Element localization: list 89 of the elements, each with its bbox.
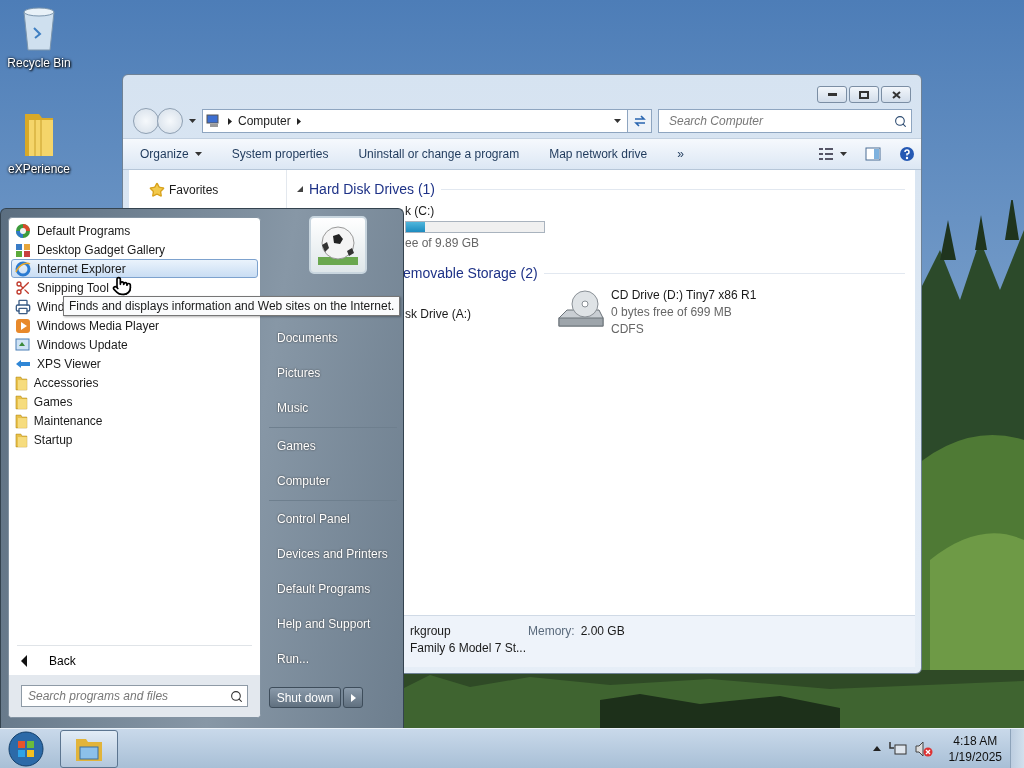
history-caret-icon	[189, 119, 196, 123]
taskbar-button[interactable]	[60, 729, 118, 768]
detail-label: Memory:	[528, 624, 575, 638]
star-icon	[149, 182, 165, 198]
address-bar[interactable]: Computer	[202, 109, 652, 133]
desktop-icon-label[interactable]: Recycle Bin	[7, 56, 71, 70]
search-box[interactable]: Search programs and files	[21, 685, 248, 707]
folder-icon	[15, 393, 28, 410]
orb-icon	[7, 729, 45, 768]
hand-cursor-icon	[112, 276, 132, 296]
refresh-button[interactable]	[627, 110, 651, 132]
shut-down-button[interactable]: Shut down	[269, 687, 341, 708]
search-icon	[230, 689, 243, 703]
clock[interactable]: 4:18 AM 1/19/2025	[948, 733, 1002, 764]
program-item[interactable]: Snipping Tool	[11, 278, 258, 297]
start-menu-link[interactable]: Default Programs	[269, 571, 397, 606]
recycle-bin-icon[interactable]	[21, 6, 57, 52]
minimize-button[interactable]	[817, 86, 847, 103]
start-menu-link[interactable]: Help and Support	[269, 606, 397, 641]
maximize-button[interactable]	[849, 86, 879, 103]
view-list-icon	[818, 147, 834, 161]
drive-name[interactable]: k (C:)	[405, 204, 557, 218]
close-icon	[891, 90, 901, 99]
group-title: Hard Disk Drives (1)	[309, 181, 435, 197]
caret-icon	[194, 152, 202, 156]
minimize-icon	[827, 93, 837, 96]
program-item[interactable]: Default Programs	[11, 221, 258, 240]
window-icon	[15, 336, 31, 353]
detail-value: Family 6 Model 7 St...	[410, 641, 527, 655]
folder-icon	[15, 412, 28, 429]
help-button[interactable]	[899, 146, 915, 162]
program-item[interactable]: Internet Explorer	[11, 259, 258, 278]
close-button[interactable]	[881, 86, 911, 103]
program-item[interactable]: Windows Media Player	[11, 316, 258, 335]
refresh-icon	[632, 115, 647, 127]
soccer-ball-icon	[316, 223, 360, 267]
start-menu-link[interactable]: Devices and Printers	[269, 536, 397, 571]
grid-icon	[15, 241, 31, 258]
detail-value: rkgroup	[410, 624, 451, 638]
group-title: emovable Storage (2)	[403, 265, 538, 281]
toolbar-button[interactable]: »	[677, 147, 684, 161]
search-box[interactable]: Search Computer	[658, 109, 912, 133]
caret-icon	[840, 152, 847, 156]
drive-name[interactable]: sk Drive (A:)	[405, 307, 471, 321]
arrow-right-icon	[350, 693, 356, 702]
program-item[interactable]: Accessories	[11, 373, 258, 392]
circle-icon	[15, 222, 31, 239]
scissors-icon	[15, 279, 31, 296]
search-icon	[894, 114, 907, 128]
play-icon	[15, 317, 31, 334]
breadcrumb-item[interactable]: Computer	[238, 114, 291, 128]
drive-free-space: ee of 9.89 GB	[405, 236, 481, 250]
drive-name[interactable]: CD Drive (D:) Tiny7 x86 R1	[611, 288, 757, 302]
folder-icon	[15, 431, 28, 448]
toolbar-button[interactable]: Map network drive	[549, 147, 648, 161]
file-system: CDFS	[611, 322, 645, 336]
toolbar-button[interactable]: Organize	[140, 147, 202, 161]
network-icon[interactable]	[888, 740, 907, 757]
printer-icon	[15, 298, 31, 315]
address-caret-icon	[614, 119, 621, 123]
show-hidden-icons-icon[interactable]	[872, 746, 881, 751]
drive-free-space: 0 bytes free of 699 MB	[611, 305, 733, 319]
shut-down-options-button[interactable]	[343, 687, 363, 708]
computer-icon	[206, 114, 222, 128]
toolbar-button[interactable]: Uninstall or change a program	[358, 147, 520, 161]
detail-value: 2.00 GB	[580, 624, 625, 638]
chevron-icon	[296, 117, 301, 125]
ring-icon	[15, 260, 31, 277]
collapse-icon	[297, 186, 303, 192]
clock-date: 1/19/2025	[948, 749, 1002, 764]
program-item[interactable]: Maintenance	[11, 411, 258, 430]
nav-item[interactable]: Favorites	[169, 183, 219, 197]
program-item[interactable]: Startup	[11, 430, 258, 449]
program-item[interactable]: XPS Viewer	[11, 354, 258, 373]
toolbar-button[interactable]: System properties	[231, 147, 329, 161]
program-item[interactable]: Windows Update	[11, 335, 258, 354]
muted-speaker-icon[interactable]	[914, 740, 933, 757]
program-item[interactable]: Desktop Gadget Gallery	[11, 240, 258, 259]
maximize-icon	[859, 90, 869, 99]
tooltip: Finds and displays information and Web sites on the Internet.	[63, 296, 401, 316]
search-field[interactable]: Search Computer	[667, 113, 894, 129]
back-arrow-icon	[21, 654, 27, 667]
program-item[interactable]: Games	[11, 392, 258, 411]
chevron-icon	[228, 117, 232, 125]
pane-icon	[865, 147, 881, 161]
folder-icon	[15, 374, 28, 391]
view-button[interactable]	[818, 147, 847, 161]
clock-time: 4:18 AM	[953, 733, 998, 748]
help-icon	[899, 146, 915, 162]
